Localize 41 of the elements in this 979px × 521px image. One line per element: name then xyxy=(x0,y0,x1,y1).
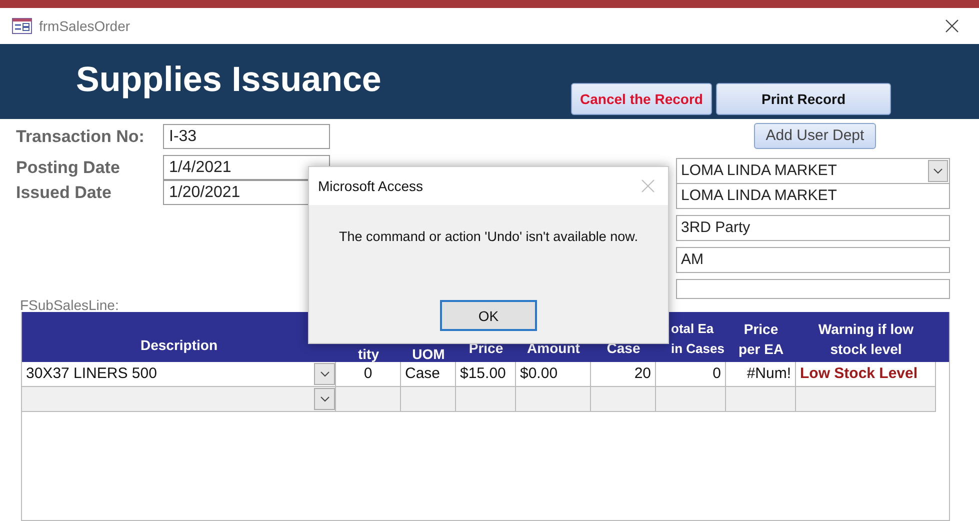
field-label: Posting Date xyxy=(16,158,121,178)
column-header: Warning if low stock level xyxy=(817,320,915,359)
dropdown-button[interactable] xyxy=(928,160,948,182)
field-label: Transaction No: xyxy=(16,126,146,146)
form-icon xyxy=(12,18,32,34)
table-cell xyxy=(401,387,456,412)
caret-icon xyxy=(933,168,943,174)
ok-button[interactable]: OK xyxy=(440,300,537,331)
form-title: Supplies Issuance xyxy=(76,60,382,100)
input-field[interactable]: 1/4/2021 xyxy=(163,155,330,180)
close-icon[interactable] xyxy=(945,19,959,33)
column-header: tity xyxy=(357,346,380,362)
table-cell xyxy=(336,387,401,412)
input-field[interactable]: LOMA LINDA MARKET xyxy=(676,182,950,209)
column-header: otal Ea in Cases xyxy=(670,320,726,358)
input-field[interactable] xyxy=(676,278,950,299)
dialog-message: The command or action 'Undo' isn't available now. xyxy=(339,229,638,244)
input-field[interactable]: 3RD Party xyxy=(676,214,950,241)
column-header: Price xyxy=(468,339,504,358)
subform-label: FSubSalesLine: xyxy=(20,299,120,310)
cancel-button[interactable]: Cancel the Record xyxy=(571,83,712,115)
column-header: Description xyxy=(139,336,218,355)
dropdown-button[interactable] xyxy=(314,388,335,410)
column-header: UOM xyxy=(411,346,446,362)
print-button[interactable]: Print Record xyxy=(716,83,891,115)
column-header: Amount xyxy=(526,339,581,358)
input-field[interactable]: AM xyxy=(676,246,950,273)
table-cell xyxy=(591,387,656,412)
column-header: Price per EA xyxy=(737,320,785,359)
combo-box[interactable]: LOMA LINDA MARKET xyxy=(676,158,950,184)
window-title: frmSalesOrder xyxy=(39,18,130,34)
table-cell xyxy=(656,387,726,412)
add-dept-button[interactable]: Add User Dept xyxy=(754,123,876,149)
table-cell xyxy=(726,387,796,412)
table-cell xyxy=(456,387,516,412)
column-header: Case xyxy=(606,339,642,358)
caret-icon xyxy=(320,396,330,402)
caret-icon xyxy=(320,371,330,377)
field-label: Issued Date xyxy=(16,182,112,202)
dropdown-button[interactable] xyxy=(314,363,335,385)
input-field[interactable]: I-33 xyxy=(163,124,330,149)
